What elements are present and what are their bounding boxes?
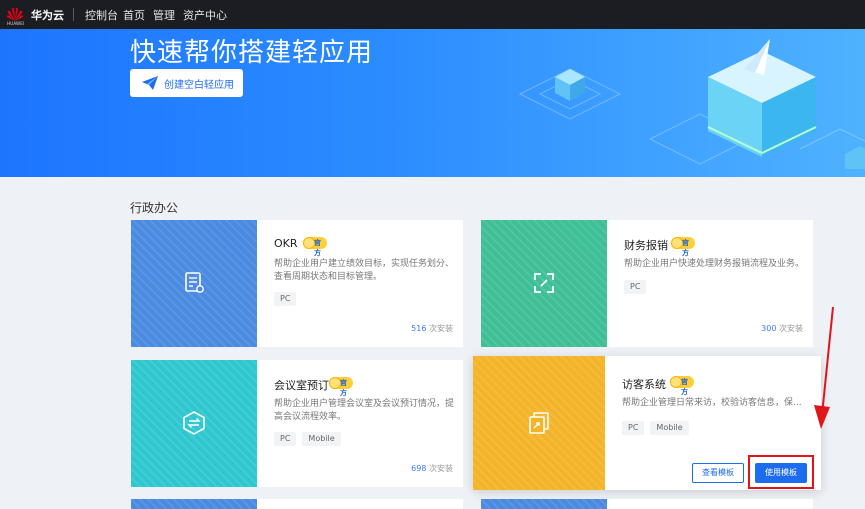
card-description: 帮助企业用户快速处理财务报销流程及业务。 [624, 259, 805, 269]
install-count: 698 次安装 [411, 463, 453, 474]
official-badge-label: 官方 [314, 239, 321, 257]
annotation-arrow-icon [814, 306, 834, 429]
document-settings-icon [185, 272, 204, 293]
install-suffix: 次安装 [779, 324, 803, 333]
create-blank-app-label: 创建空白轻应用 [164, 80, 234, 91]
tag-pc: PC [624, 280, 647, 294]
template-card-partial-left[interactable] [131, 499, 463, 509]
tag-mobile: Mobile [650, 421, 689, 435]
install-number: 300 [761, 324, 777, 333]
view-template-button[interactable]: 查看模板 [692, 463, 744, 483]
official-badge: 官方 [303, 237, 327, 257]
section-title: 行政办公 [130, 201, 179, 215]
documents-export-icon [529, 412, 549, 434]
template-card-meeting-room-booking[interactable]: 会议室预订 官方 帮助企业用户管理会议室及会议预订情况，提高会议流程效率。 PC… [131, 360, 463, 487]
official-badge-label: 官方 [681, 378, 688, 396]
nav-home[interactable]: 首页 [123, 7, 145, 23]
official-badge: 官方 [670, 376, 694, 396]
brand-name[interactable]: 华为云 [31, 7, 64, 23]
template-card-partial-right[interactable] [481, 499, 813, 509]
install-count: 516 次安装 [411, 323, 453, 334]
install-suffix: 次安装 [429, 324, 453, 333]
tag-mobile: Mobile [302, 432, 341, 446]
card-thumbnail [131, 360, 257, 487]
tag-pc: PC [274, 292, 297, 306]
nav-asset-center[interactable]: 资产中心 [183, 7, 227, 23]
isometric-cube-illustration [518, 39, 865, 169]
tag-pc: PC [274, 432, 297, 446]
nav-divider [73, 8, 74, 21]
template-card-okr[interactable]: OKR 官方 帮助企业用户建立绩效目标，实现任务划分、查看周期状态和目标管理。 … [131, 220, 463, 347]
nav-manage[interactable]: 管理 [153, 7, 175, 23]
card-thumbnail [481, 499, 607, 509]
card-title: OKR [274, 237, 298, 250]
official-badge: 官方 [671, 237, 695, 257]
annotation-highlight-box [748, 455, 814, 489]
official-badge-label: 官方 [682, 239, 689, 257]
tag-pc: PC [622, 421, 645, 435]
create-blank-app-button[interactable]: 创建空白轻应用 [130, 69, 243, 97]
card-thumbnail [481, 220, 607, 347]
card-title: 会议室预订 [274, 379, 329, 392]
card-description: 帮助企业用户建立绩效目标，实现任务划分、查看周期状态和目标管理。 [274, 259, 455, 282]
platform-tags: PC Mobile [274, 432, 341, 446]
platform-tags: PC [624, 280, 647, 294]
platform-tags: PC Mobile [622, 421, 689, 435]
banner-title: 快速帮你搭建轻应用 [130, 38, 374, 68]
platform-tags: PC [274, 292, 297, 306]
card-thumbnail [473, 356, 605, 490]
install-suffix: 次安装 [429, 464, 453, 473]
card-description: 帮助企业用户管理会议室及会议预订情况，提高会议流程效率。 [274, 399, 455, 422]
card-description: 帮助企业管理日常来访，校验访客信息，保... [622, 398, 802, 408]
template-card-finance-reimbursement[interactable]: 财务报销 官方 帮助企业用户快速处理财务报销流程及业务。 PC 300 次安装 [481, 220, 813, 347]
official-badge: 官方 [329, 377, 353, 397]
card-thumbnail [131, 499, 257, 509]
scan-frame-icon [534, 273, 554, 293]
card-title: 财务报销 [624, 239, 668, 252]
logo-wordmark: HUAWEI [7, 21, 25, 26]
official-badge-label: 官方 [340, 379, 347, 397]
nav-console[interactable]: 控制台 [85, 7, 118, 23]
card-title: 访客系统 [622, 378, 666, 391]
card-thumbnail [131, 220, 257, 347]
install-count: 300 次安装 [761, 323, 803, 334]
install-number: 516 [411, 324, 427, 333]
hexagon-swap-icon [183, 411, 205, 435]
hero-banner: 快速帮你搭建轻应用 创建空白轻应用 [0, 29, 865, 177]
top-nav-bar: HUAWEI 华为云 控制台 首页 管理 资产中心 [0, 0, 865, 29]
paper-plane-icon [142, 76, 158, 90]
install-number: 698 [411, 464, 427, 473]
